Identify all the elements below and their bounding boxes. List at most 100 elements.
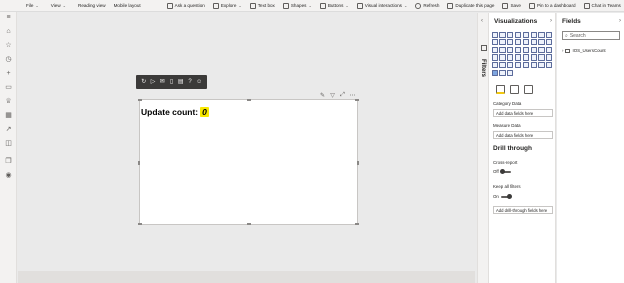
globe-visual-icon[interactable] (546, 61, 553, 69)
resize-handle[interactable] (355, 223, 359, 225)
ribbon-view-menu[interactable]: View ⌄ (47, 1, 70, 11)
smart-narrative-icon[interactable] (507, 61, 514, 69)
chevron-right-icon[interactable]: › (562, 48, 563, 53)
stacked-column-100-icon[interactable] (530, 31, 537, 38)
gauge-icon[interactable] (538, 46, 545, 53)
ribbon-file-menu[interactable]: File ⌄ (22, 1, 43, 11)
resize-handle[interactable] (138, 99, 142, 101)
filled-map-icon[interactable] (514, 46, 522, 53)
build-visual-tab[interactable] (496, 85, 505, 94)
resize-handle[interactable] (138, 223, 142, 225)
metrics-visual-icon[interactable] (538, 61, 545, 69)
chevron-left-icon[interactable]: ‹ (481, 18, 483, 24)
map-icon[interactable] (507, 46, 514, 53)
goals-icon[interactable]: ♕ (5, 98, 12, 105)
azure-map-icon[interactable] (530, 46, 537, 53)
filter-icon[interactable]: ▽ (329, 92, 336, 99)
stacked-area-chart-icon[interactable] (491, 39, 498, 46)
stacked-bar-100-icon[interactable] (522, 31, 529, 38)
refresh-button[interactable]: Refresh (411, 1, 443, 11)
matrix-icon[interactable] (522, 54, 529, 61)
refresh-icon[interactable]: ↻ (140, 79, 147, 86)
chat-in-teams-button[interactable]: Chat in Teams (580, 1, 624, 11)
explore-button[interactable]: Explore ⌄ (209, 1, 246, 11)
buttons-button[interactable]: Buttons ⌄ (316, 1, 353, 11)
filters-pane-collapsed[interactable]: ‹ Filters (477, 13, 489, 283)
funnel-chart-icon[interactable] (530, 39, 537, 46)
cross-report-toggle[interactable]: Off (493, 168, 511, 174)
treemap-icon[interactable] (499, 46, 506, 53)
duplicate-page-button[interactable]: Duplicate this page (443, 1, 498, 11)
favorites-icon[interactable]: ☆ (5, 42, 12, 49)
more-visuals-icon[interactable] (507, 69, 514, 76)
category-data-well[interactable]: Add data fields here (493, 109, 553, 117)
account-icon[interactable]: ◉ (5, 172, 12, 179)
bookmark-icon[interactable]: ▤ (177, 79, 184, 86)
donut-chart-icon[interactable] (491, 46, 498, 53)
home-icon[interactable]: ⌂ (5, 28, 12, 35)
kpi-icon[interactable] (499, 54, 506, 61)
ribbon-chart-icon[interactable] (514, 39, 522, 46)
stacked-column-chart-icon[interactable] (499, 31, 506, 38)
python-visual-icon[interactable] (538, 54, 545, 61)
focus-mode-icon[interactable]: ⤢ (339, 92, 346, 99)
power-automate-icon[interactable] (530, 61, 537, 69)
more-options-icon[interactable]: ⋯ (349, 92, 356, 99)
resize-handle[interactable] (247, 223, 251, 225)
document-icon[interactable]: ▯ (168, 79, 175, 86)
power-apps-icon[interactable] (522, 61, 529, 69)
create-icon[interactable]: + (5, 70, 12, 77)
shape-map-icon[interactable] (522, 46, 529, 53)
fields-search-input[interactable]: ⌕ Search (562, 31, 620, 40)
resize-handle[interactable] (357, 161, 359, 165)
line-chart-icon[interactable] (538, 31, 545, 38)
comment-icon[interactable]: ✉ (159, 79, 166, 86)
hamburger-menu-icon[interactable]: ≡ (5, 14, 12, 21)
smiley-icon[interactable]: ☺ (196, 79, 203, 86)
card-visual[interactable]: ✎ ▽ ⤢ ⋯ Update count: 0 (138, 92, 359, 225)
line-clustered-column-icon[interactable] (507, 39, 514, 46)
decomposition-tree-icon[interactable] (491, 61, 498, 69)
key-influencers-icon[interactable] (546, 54, 553, 61)
measure-data-well[interactable]: Add data fields here (493, 131, 553, 139)
chevron-right-icon[interactable]: › (550, 18, 552, 24)
field-table-item[interactable]: › IOS_UsersCount (562, 48, 606, 53)
stacked-bar-chart-icon[interactable] (491, 31, 498, 38)
pie-chart-icon[interactable] (546, 39, 553, 46)
paginated-report-icon[interactable] (514, 61, 522, 69)
metrics-icon[interactable]: ↗ (5, 126, 12, 133)
line-column-chart-icon[interactable] (499, 39, 506, 46)
analytics-tab[interactable] (524, 85, 533, 94)
multi-row-card-icon[interactable] (491, 54, 498, 61)
resize-handle[interactable] (355, 99, 359, 101)
slicer-icon[interactable] (507, 54, 514, 61)
keep-filters-toggle[interactable]: On (493, 193, 512, 199)
visual-interactions-button[interactable]: Visual interactions ⌄ (353, 1, 412, 11)
r-visual-icon[interactable] (530, 54, 537, 61)
card-icon[interactable] (546, 46, 553, 53)
report-canvas[interactable]: ↻ ▷ ✉ ▯ ▤ ? ☺ ✎ ▽ ⤢ ⋯ Update count: 0 (18, 13, 475, 283)
table-icon[interactable] (514, 54, 522, 61)
pin-icon[interactable]: ✎ (319, 92, 326, 99)
waterfall-chart-icon[interactable] (522, 39, 529, 46)
qa-visual-icon[interactable] (499, 61, 506, 69)
learn-icon[interactable]: ◫ (5, 140, 12, 147)
ask-question-button[interactable]: Ask a question (163, 1, 209, 11)
help-icon[interactable]: ? (187, 79, 194, 86)
text-box-button[interactable]: Text box (246, 1, 279, 11)
save-button[interactable]: Save (498, 1, 524, 11)
resize-handle[interactable] (247, 99, 251, 101)
custom-visual-icon[interactable] (499, 69, 506, 76)
play-icon[interactable]: ▷ (150, 79, 157, 86)
drill-through-well[interactable]: Add drill-through fields here (493, 206, 553, 214)
custom-visual-icon[interactable] (491, 69, 498, 76)
area-chart-icon[interactable] (546, 31, 553, 38)
reading-view-button[interactable]: Reading view (74, 1, 110, 11)
format-tab[interactable] (510, 85, 519, 94)
scatter-chart-icon[interactable] (538, 39, 545, 46)
pin-dashboard-button[interactable]: Pin to a dashboard (525, 1, 580, 11)
recent-icon[interactable]: ◷ (5, 56, 12, 63)
shapes-button[interactable]: Shapes ⌄ (279, 1, 316, 11)
chevron-right-icon[interactable]: › (619, 18, 621, 24)
mobile-layout-button[interactable]: Mobile layout (110, 1, 145, 11)
